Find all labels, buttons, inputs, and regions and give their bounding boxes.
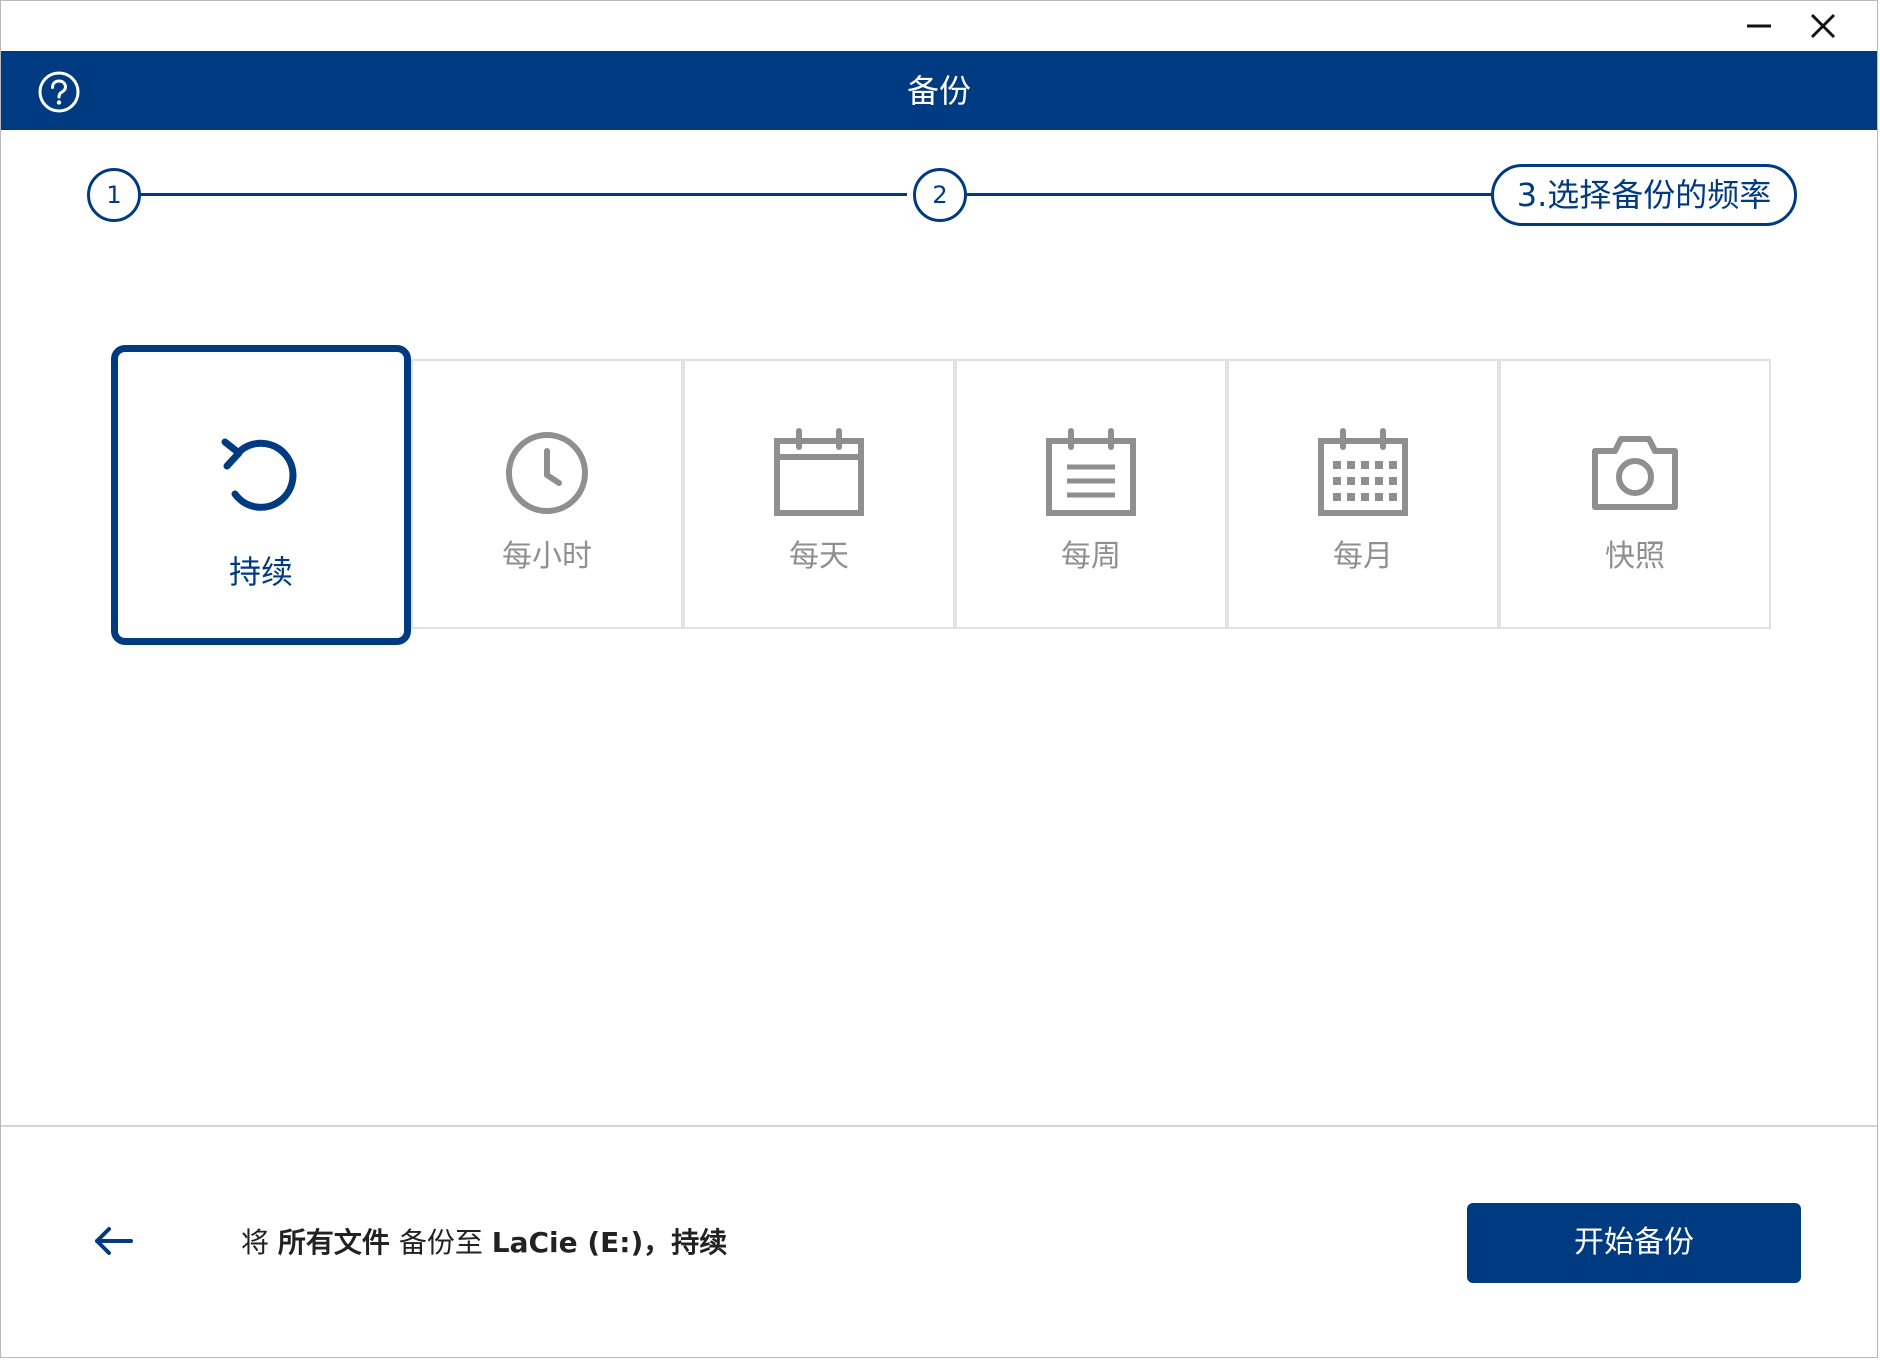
step-connector <box>141 193 907 196</box>
back-button[interactable] <box>87 1219 139 1263</box>
option-daily[interactable]: 每天 <box>683 359 955 629</box>
step-2[interactable]: 2 <box>913 168 967 222</box>
summary-prefix: 将 <box>241 1226 278 1259</box>
option-continuous[interactable]: 持续 <box>111 345 411 645</box>
minimize-icon <box>1747 24 1771 28</box>
minimize-button[interactable] <box>1727 1 1791 51</box>
continuous-refresh-icon <box>221 438 297 511</box>
back-arrow-icon <box>95 1227 133 1255</box>
backup-summary: 将 所有文件 备份至 LaCie (E:)，持续 <box>241 1223 727 1263</box>
summary-separator: ， <box>643 1226 672 1259</box>
stepper: 1 2 3.选择备份的频率 <box>1 161 1877 231</box>
calendar-week-icon <box>1046 428 1136 516</box>
calendar-day-icon <box>774 428 864 516</box>
option-label: 持续 <box>228 553 293 591</box>
option-label: 每月 <box>1333 539 1393 574</box>
summary-frequency: 持续 <box>671 1226 728 1259</box>
start-backup-button[interactable]: 开始备份 <box>1467 1203 1801 1283</box>
close-icon <box>1810 13 1836 39</box>
calendar-month-icon <box>1318 428 1408 516</box>
footer-divider <box>1 1125 1877 1127</box>
option-hourly[interactable]: 每小时 <box>411 359 683 629</box>
camera-icon <box>1592 436 1678 510</box>
option-label: 每天 <box>789 539 849 574</box>
step-connector <box>967 193 1493 196</box>
option-label: 每周 <box>1061 539 1121 574</box>
title-bar <box>1 1 1877 51</box>
summary-mid: 备份至 <box>389 1226 492 1259</box>
summary-source: 所有文件 <box>277 1226 390 1259</box>
option-label: 每小时 <box>502 539 592 574</box>
clock-icon <box>506 432 588 514</box>
option-label: 快照 <box>1605 539 1665 574</box>
option-snapshot[interactable]: 快照 <box>1499 359 1771 629</box>
summary-target: LaCie (E:) <box>491 1226 644 1259</box>
option-weekly[interactable]: 每周 <box>955 359 1227 629</box>
page-title: 备份 <box>906 72 971 110</box>
step-1[interactable]: 1 <box>87 168 141 222</box>
step-3-current: 3.选择备份的频率 <box>1491 164 1797 226</box>
option-monthly[interactable]: 每月 <box>1227 359 1499 629</box>
backup-window: 备份 1 2 3.选择备份的频率 持续 每小时 每天 每周 每月 快照 将 所有… <box>0 0 1878 1358</box>
header-bar: 备份 <box>1 51 1877 130</box>
close-button[interactable] <box>1791 1 1855 51</box>
